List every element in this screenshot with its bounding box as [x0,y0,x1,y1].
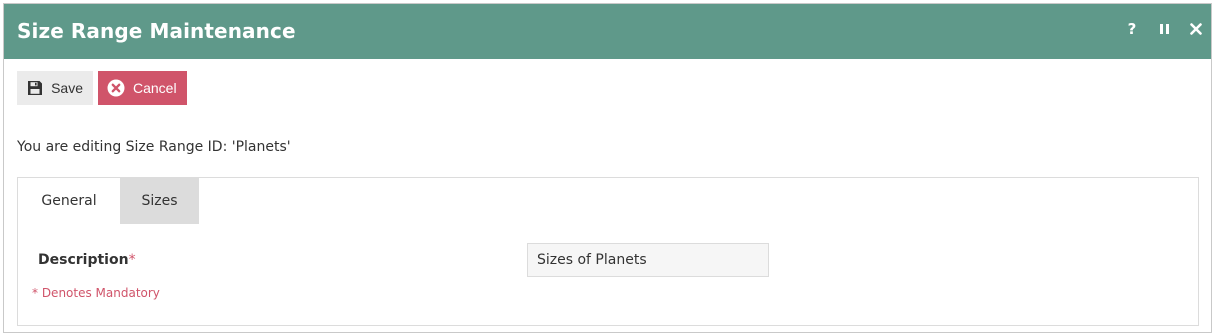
help-icon[interactable]: ? [1125,19,1139,39]
cancel-circle-icon [107,79,125,97]
maintenance-window: Size Range Maintenance ? Save Cancel You… [3,3,1212,333]
cancel-button[interactable]: Cancel [98,71,187,105]
tab-sizes[interactable]: Sizes [120,178,199,224]
help-glyph: ? [1127,20,1137,38]
tab-general[interactable]: General [18,178,120,224]
editing-message: You are editing Size Range ID: 'Planets' [17,139,291,155]
description-label-text: Description [38,252,129,268]
tab-panel: General Sizes Description* * Denotes Man… [17,177,1199,326]
toolbar: Save Cancel [17,71,187,105]
required-marker: * [128,252,136,268]
description-field[interactable] [527,243,769,277]
mandatory-note: * Denotes Mandatory [32,286,160,300]
title-bar: Size Range Maintenance ? [4,4,1211,59]
description-label: Description* [38,252,136,268]
pause-icon[interactable] [1157,19,1171,39]
cancel-label: Cancel [133,80,177,96]
save-label: Save [51,80,83,96]
close-icon[interactable] [1189,19,1203,39]
save-button[interactable]: Save [17,71,93,105]
window-title: Size Range Maintenance [17,19,296,43]
window-controls: ? [1125,19,1203,39]
tab-strip: General Sizes [18,178,199,224]
floppy-disk-icon [26,79,43,97]
